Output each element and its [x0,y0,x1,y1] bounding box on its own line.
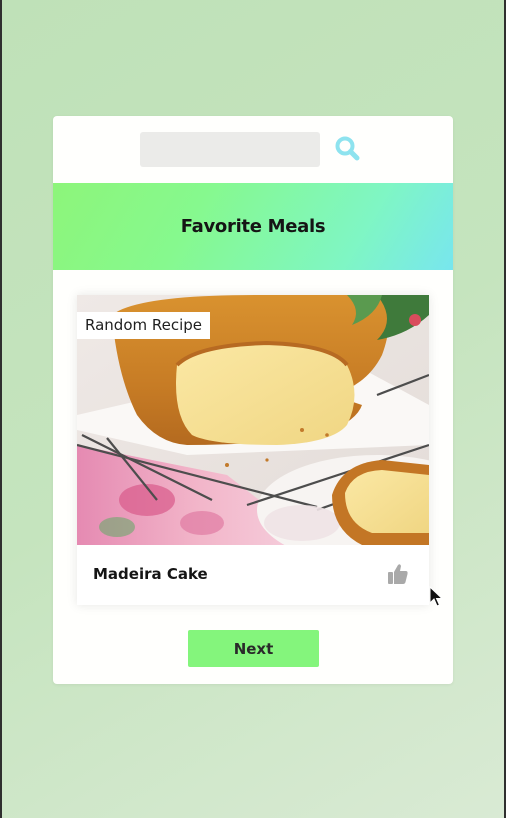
search-button[interactable] [333,134,363,164]
search-input[interactable] [140,132,320,167]
meal-footer: Madeira Cake [77,545,429,605]
header-banner: Favorite Meals [53,183,453,270]
search-bar [53,116,453,183]
thumbs-up-icon [385,564,411,590]
favorite-button[interactable] [385,561,411,587]
meal-name: Madeira Cake [93,565,208,583]
random-recipe-badge: Random Recipe [77,312,211,339]
search-icon [333,136,363,167]
mouse-cursor-icon [429,585,444,608]
meal-image: Random Recipe [77,295,429,545]
meal-card: Random Recipe Madeira Cake [77,295,429,605]
page-title: Favorite Meals [180,216,326,237]
meal-app-card: Favorite Meals Random Recipe Madeira Cak… [53,116,453,684]
next-button[interactable]: Next [188,630,319,667]
